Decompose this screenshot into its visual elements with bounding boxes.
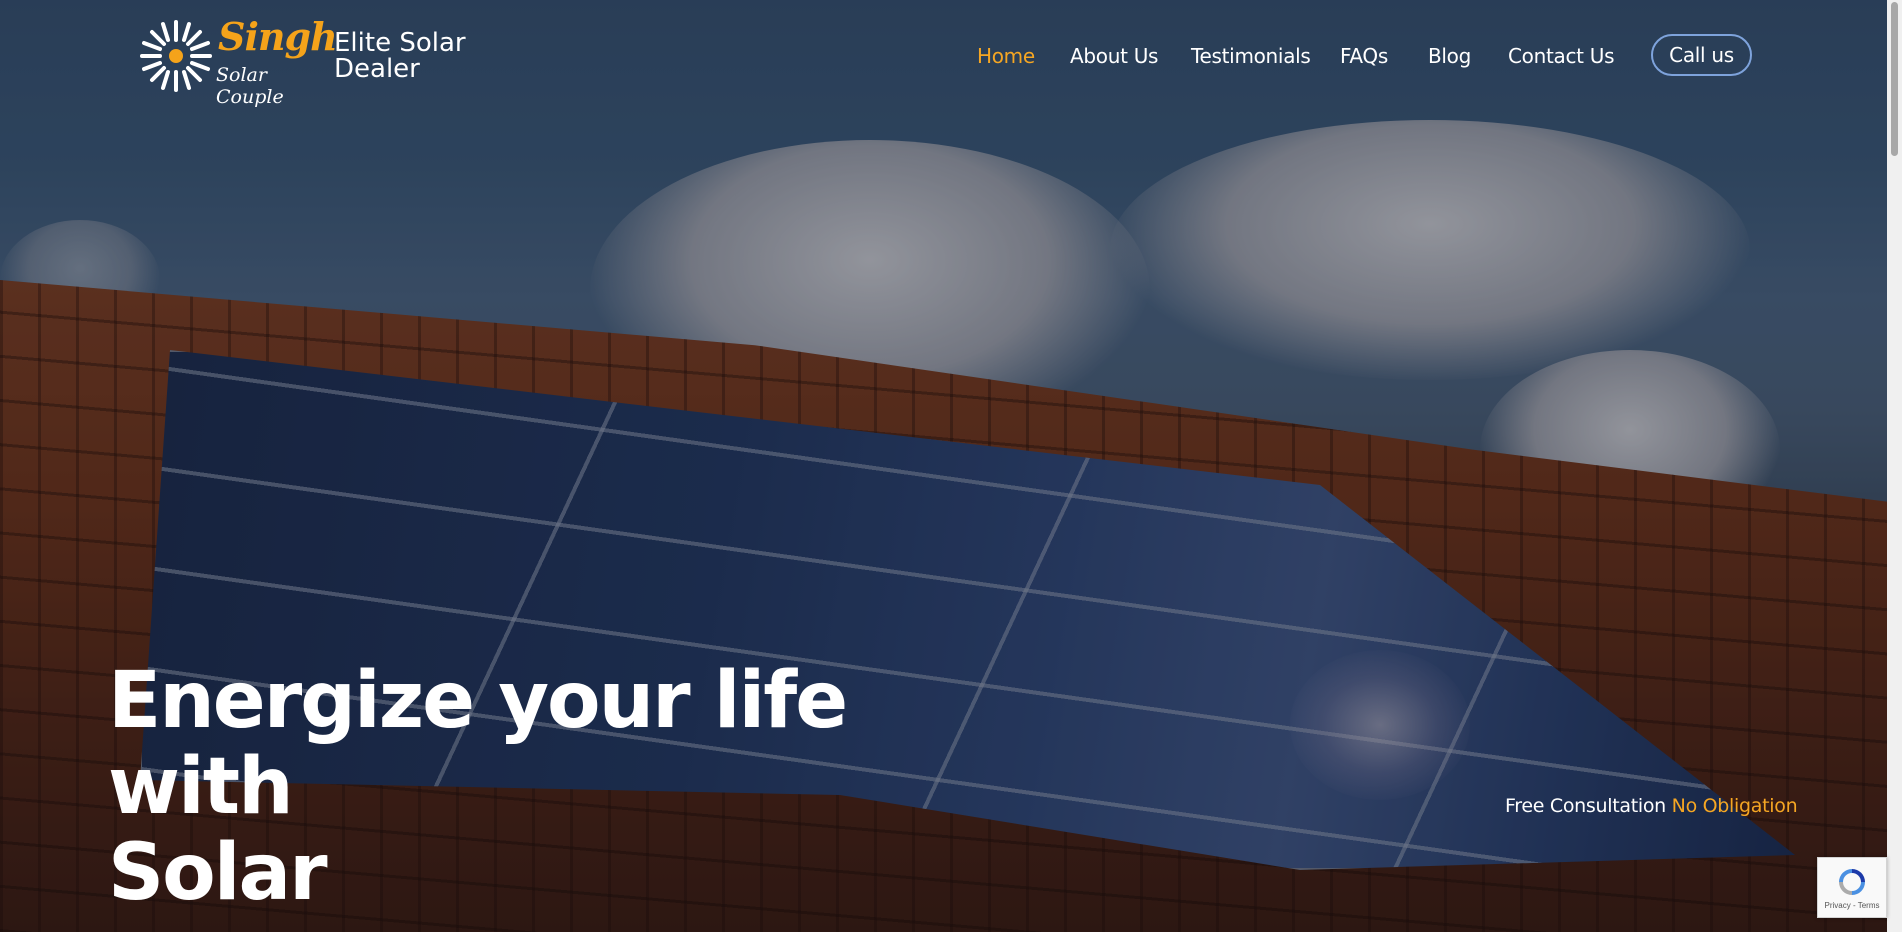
call-us-button[interactable]: Call us: [1651, 34, 1752, 76]
recaptcha-footer[interactable]: Privacy - Terms: [1825, 901, 1880, 910]
nav-testimonials[interactable]: Testimonials: [1191, 44, 1311, 68]
recaptcha-icon: [1839, 869, 1865, 895]
logo-title-line2: Dealer: [334, 54, 420, 84]
logo-script: Singh Solar Couple: [212, 14, 338, 108]
hero-headline-line2: Solar: [108, 828, 328, 918]
consultation-label: Free Consultation: [1505, 795, 1666, 817]
nav-about-us[interactable]: About Us: [1070, 44, 1158, 68]
scrollbar-thumb[interactable]: [1891, 2, 1898, 156]
nav-faqs[interactable]: FAQs: [1340, 44, 1388, 68]
nav-blog[interactable]: Blog: [1428, 44, 1471, 68]
site-header: Singh Solar Couple Elite Solar Dealer Ho…: [0, 0, 1887, 110]
consultation-note: Free Consultation No Obligation: [1505, 795, 1798, 817]
nav-contact-us[interactable]: Contact Us: [1508, 44, 1615, 68]
logo-script-name: Singh: [218, 14, 338, 59]
logo-title: Elite Solar Dealer: [334, 30, 466, 82]
hero-headline: Energize your life with Solar: [108, 658, 1008, 916]
no-obligation-label: No Obligation: [1671, 795, 1798, 817]
hero-headline-line1: Energize your life with: [108, 656, 848, 832]
nav-home[interactable]: Home: [977, 44, 1035, 68]
recaptcha-badge[interactable]: Privacy - Terms: [1817, 857, 1887, 918]
sun-icon: [140, 20, 212, 92]
brand-logo[interactable]: Singh Solar Couple Elite Solar Dealer: [136, 14, 466, 108]
logo-title-line1: Elite Solar: [334, 28, 466, 58]
logo-script-sub: Solar Couple: [216, 64, 284, 108]
page-scrollbar[interactable]: [1887, 0, 1902, 932]
